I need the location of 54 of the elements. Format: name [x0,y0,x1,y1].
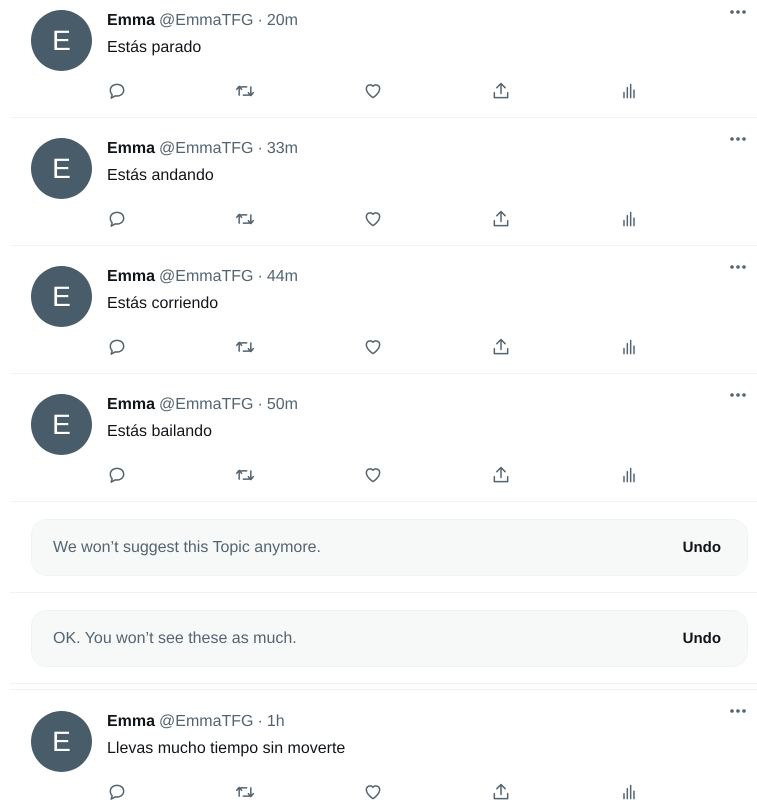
separator: · [258,713,263,731]
author-name[interactable]: Emma [107,713,156,731]
author-handle[interactable]: @EmmaTFG [159,396,254,414]
tweet-text: Llevas mucho tiempo sin moverte [107,739,346,759]
more-icon[interactable] [729,264,747,270]
heart-icon[interactable] [363,782,383,802]
reply-icon[interactable] [107,465,127,485]
tweet-time[interactable]: 50m [266,396,298,414]
notice-text: We won’t suggest this Topic anymore. [53,538,321,556]
more-icon[interactable] [729,136,747,142]
share-icon[interactable] [491,337,511,357]
share-icon[interactable] [491,465,511,485]
tweet-time[interactable]: 20m [266,12,298,30]
more-icon[interactable] [729,708,747,714]
avatar[interactable]: E [31,711,92,772]
reply-icon[interactable] [107,782,127,802]
author-handle[interactable]: @EmmaTFG [159,12,254,30]
share-icon[interactable] [491,782,511,802]
share-icon[interactable] [491,81,511,101]
author-name[interactable]: Emma [107,268,156,286]
share-icon[interactable] [491,209,511,229]
avatar[interactable]: E [31,394,92,455]
tweet-time[interactable]: 1h [266,713,285,731]
avatar[interactable]: E [31,138,92,199]
author-name[interactable]: Emma [107,396,156,414]
reply-icon[interactable] [107,81,127,101]
more-icon[interactable] [729,9,747,15]
heart-icon[interactable] [363,465,383,485]
tweet-text: Estás parado [107,38,202,58]
reply-icon[interactable] [107,209,127,229]
author-handle[interactable]: @EmmaTFG [159,140,254,158]
author-name[interactable]: Emma [107,140,156,158]
author-handle[interactable]: @EmmaTFG [159,268,254,286]
separator: · [258,268,263,286]
heart-icon[interactable] [363,337,383,357]
tweet-text: Estás corriendo [107,294,220,314]
tweet-time[interactable]: 44m [266,268,298,286]
undo-button[interactable]: Undo [682,539,721,556]
avatar[interactable]: E [31,10,92,71]
author-name[interactable]: Emma [107,12,156,30]
avatar[interactable]: E [31,266,92,327]
author-handle[interactable]: @EmmaTFG [159,713,254,731]
undo-button[interactable]: Undo [682,630,721,647]
tweet-time[interactable]: 33m [266,140,298,158]
reply-icon[interactable] [107,337,127,357]
separator: · [258,396,263,414]
tweet-text: Estás bailando [107,422,213,442]
notice-text: OK. You won’t see these as much. [53,630,297,648]
heart-icon[interactable] [363,209,383,229]
separator: · [258,140,263,158]
more-icon[interactable] [729,392,747,398]
tweet-text: Estás andando [107,166,215,186]
separator: · [258,12,263,30]
heart-icon[interactable] [363,81,383,101]
